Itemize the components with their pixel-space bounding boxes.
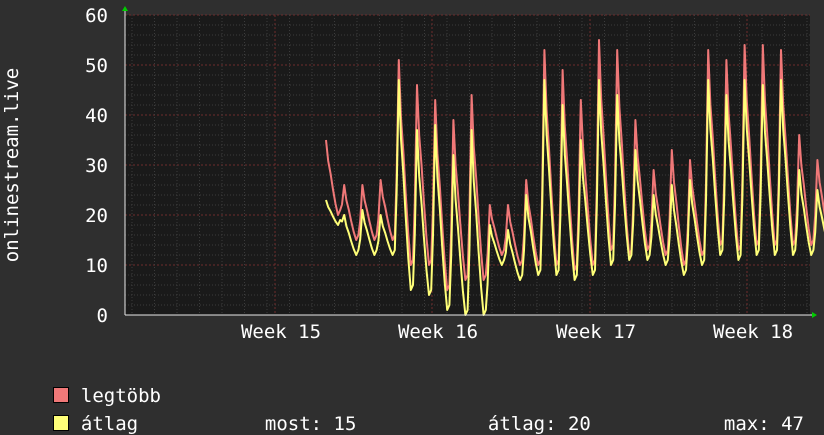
legend-swatch-average: [52, 415, 69, 431]
legend-item-average: átlag: [30, 391, 138, 435]
y-tick-label: 30: [85, 155, 108, 177]
stat-average: átlag: 20: [465, 391, 591, 435]
y-axis-label: onlinestream.live: [1, 68, 23, 262]
stat-current-value: 15: [333, 413, 357, 435]
y-tick-label: 50: [85, 55, 108, 77]
x-tick-label: Week 16: [398, 321, 478, 343]
y-tick-label: 10: [85, 255, 108, 277]
y-tick-label: 60: [85, 5, 108, 27]
y-axis-arrow: [122, 6, 128, 11]
stat-max-label: max:: [723, 413, 770, 435]
y-tick-label: 0: [97, 305, 108, 327]
stat-average-label: átlag:: [487, 413, 557, 435]
y-tick-label: 20: [85, 205, 108, 227]
stat-max-value: 47: [781, 413, 804, 435]
y-tick-label: 40: [85, 105, 108, 127]
stat-current: most: 15: [242, 391, 357, 435]
x-tick-label: Week 15: [241, 321, 321, 343]
stat-max: max: 47: [701, 391, 804, 435]
y-tick-labels: 0 10 20 30 40 50 60: [85, 5, 108, 327]
stat-current-label: most:: [264, 413, 323, 435]
x-tick-label: Week 17: [556, 321, 636, 343]
legend-label-average: átlag: [80, 413, 139, 435]
x-tick-labels: Week 15 Week 16 Week 17 Week 18: [241, 321, 793, 343]
stat-average-value: 20: [567, 413, 591, 435]
x-axis-arrow: [812, 312, 817, 318]
x-tick-label: Week 18: [713, 321, 793, 343]
